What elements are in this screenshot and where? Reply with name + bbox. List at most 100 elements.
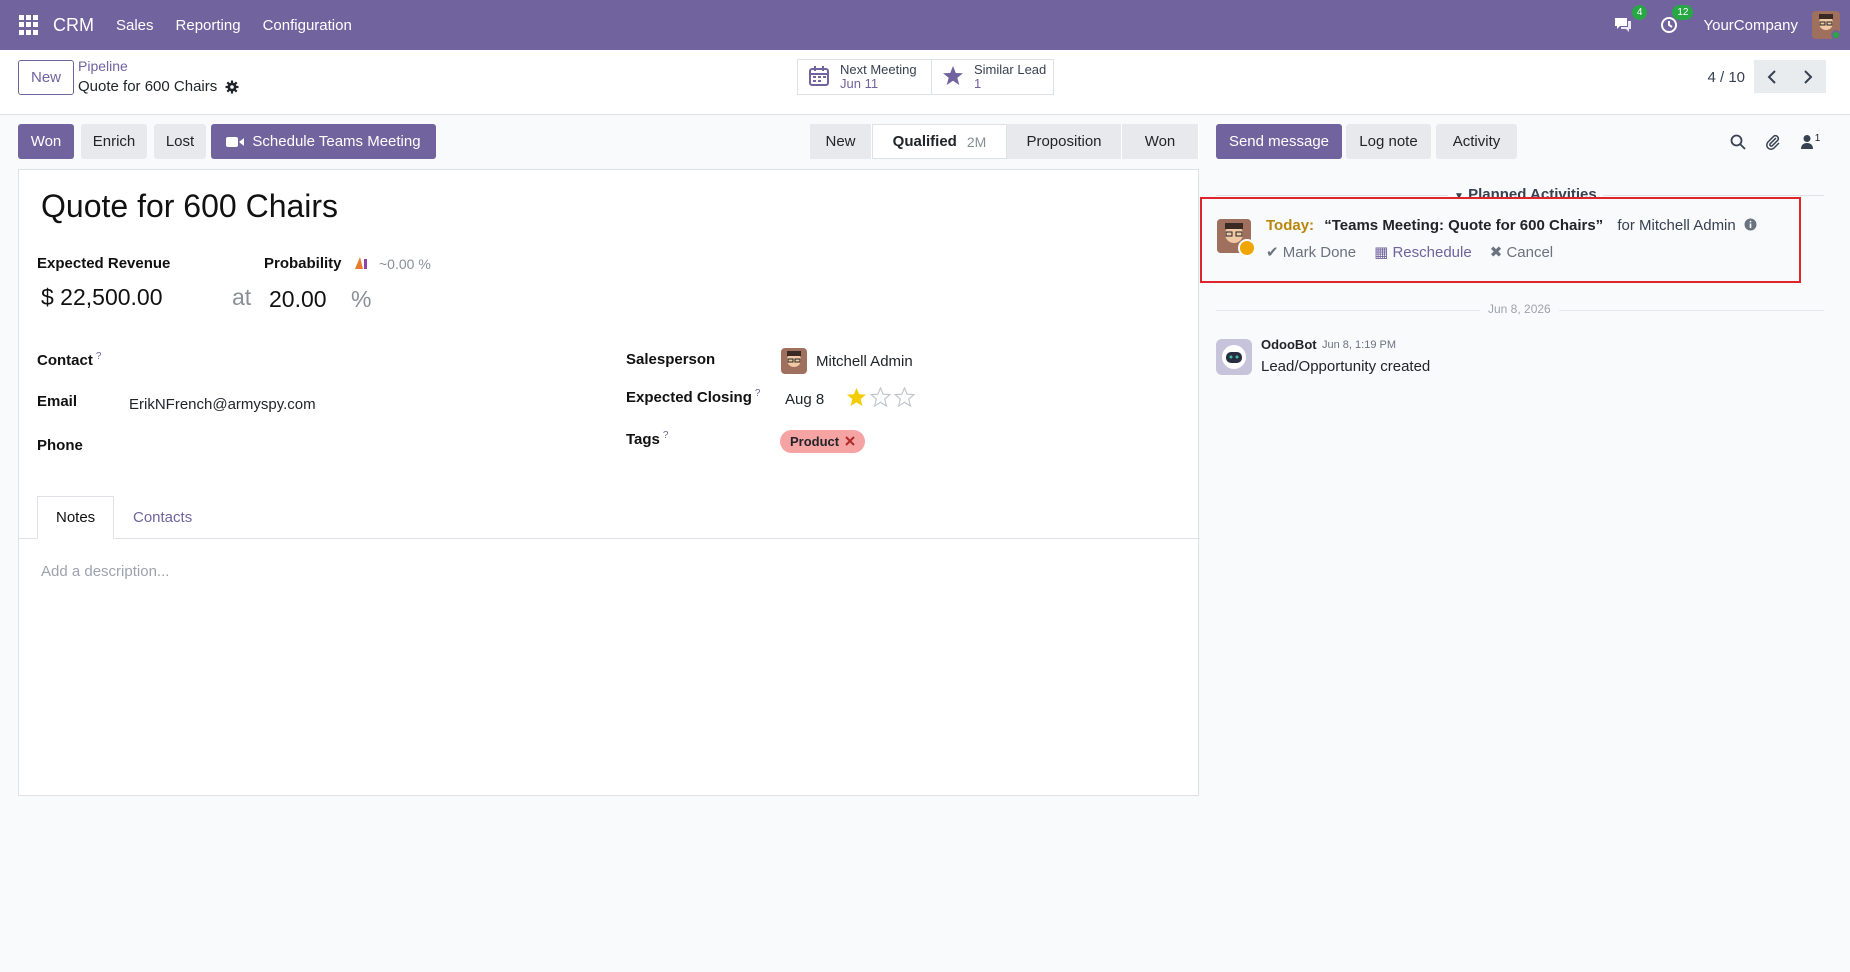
reschedule-label: Reschedule: [1392, 244, 1472, 261]
expected-closing-label-text: Expected Closing: [626, 389, 752, 406]
followers-count: 1: [1814, 132, 1821, 144]
stage-label: Qualified: [892, 133, 957, 150]
stage-new[interactable]: New: [810, 124, 872, 159]
company-switcher[interactable]: YourCompany: [1703, 17, 1798, 34]
calendar-icon: ▦: [1374, 244, 1389, 261]
star-empty-icon[interactable]: [894, 387, 915, 407]
email-label: Email: [37, 393, 78, 410]
new-record-button[interactable]: New: [18, 60, 74, 95]
check-icon: ✔: [1266, 244, 1279, 261]
send-message-button[interactable]: Send message: [1216, 124, 1342, 159]
breadcrumb-current: Quote for 600 Chairs: [78, 78, 239, 95]
menu-sales[interactable]: Sales: [116, 17, 154, 34]
salesperson-avatar: [781, 348, 807, 374]
notebook-tabs: Notes Contacts: [19, 496, 1200, 539]
description-editor[interactable]: Add a description...: [41, 563, 169, 580]
contact-label-text: Contact: [37, 352, 93, 369]
star-empty-icon[interactable]: [870, 387, 891, 407]
pager-value[interactable]: 4 / 10: [1707, 69, 1745, 86]
control-panel: New Pipeline Quote for 600 Chairs Next M…: [0, 50, 1850, 115]
expected-closing-label: Expected Closing?: [626, 388, 760, 406]
stage-qualified[interactable]: Qualified 2M: [872, 124, 1007, 159]
contact-label: Contact?: [37, 351, 101, 369]
probability-field[interactable]: 20.00: [269, 286, 327, 313]
date-separator: Jun 8, 2026: [1216, 302, 1824, 318]
cancel-activity-link[interactable]: ✖ Cancel: [1490, 243, 1553, 261]
stage-won[interactable]: Won: [1122, 124, 1199, 159]
activity-title: “Teams Meeting: Quote for 600 Chairs”: [1324, 217, 1604, 234]
ai-probability-icon[interactable]: [353, 256, 369, 273]
activities-badge: 12: [1672, 5, 1694, 20]
expected-closing-field[interactable]: Aug 8: [785, 391, 824, 408]
calendar-icon: [808, 65, 832, 90]
activity-clock-icon[interactable]: 12: [1657, 5, 1694, 37]
phone-label: Phone: [37, 437, 83, 454]
close-icon: ✖: [1489, 244, 1503, 261]
breadcrumb-pipeline[interactable]: Pipeline: [78, 58, 128, 74]
odoobot-avatar: [1216, 339, 1252, 375]
app-brand[interactable]: CRM: [53, 15, 94, 36]
expected-revenue-field[interactable]: $ 22,500.00: [41, 284, 163, 311]
tag-product[interactable]: Product: [780, 430, 866, 453]
schedule-teams-meeting-button[interactable]: Schedule Teams Meeting: [211, 124, 436, 159]
followers-button[interactable]: 1: [1796, 132, 1824, 152]
stage-label: Proposition: [1026, 133, 1102, 150]
user-avatar[interactable]: [1812, 11, 1840, 39]
date-separator-label: Jun 8, 2026: [1480, 302, 1559, 316]
stage-duration: 2M: [966, 133, 987, 150]
tab-notes[interactable]: Notes: [37, 496, 115, 539]
message-author[interactable]: OdooBot: [1261, 337, 1317, 352]
messages-badge: 4: [1631, 5, 1648, 20]
pager-next-button[interactable]: [1790, 60, 1826, 93]
expected-revenue-label: Expected Revenue: [37, 255, 171, 272]
chevron-right-icon: [1804, 69, 1813, 84]
activity-summary: Today: “Teams Meeting: Quote for 600 Cha…: [1266, 217, 1757, 235]
email-field[interactable]: ErikNFrench@armyspy.com: [129, 396, 316, 413]
lead-title[interactable]: Quote for 600 Chairs: [41, 188, 338, 225]
at-label: at: [232, 284, 252, 310]
salesperson-field[interactable]: Mitchell Admin: [816, 353, 913, 370]
gear-icon[interactable]: [225, 80, 239, 94]
tab-contacts[interactable]: Contacts: [115, 496, 210, 539]
paperclip-icon[interactable]: [1763, 132, 1783, 152]
top-navbar: CRM Sales Reporting Configuration 4 12 Y…: [0, 0, 1850, 50]
log-note-button[interactable]: Log note: [1346, 124, 1431, 159]
help-icon[interactable]: ?: [96, 351, 102, 362]
pager-previous-button[interactable]: [1754, 60, 1790, 93]
remove-tag-icon[interactable]: [845, 434, 855, 449]
mark-done-link[interactable]: ✔ Mark Done: [1266, 243, 1356, 261]
smart-button-label: Next Meeting: [840, 62, 917, 77]
reschedule-link[interactable]: ▦ Reschedule: [1374, 243, 1472, 261]
help-icon[interactable]: ?: [663, 430, 669, 441]
salesperson-label: Salesperson: [626, 351, 716, 368]
activity-item: Today: “Teams Meeting: Quote for 600 Cha…: [1200, 197, 1801, 283]
won-button[interactable]: Won: [18, 124, 74, 159]
lost-button[interactable]: Lost: [154, 124, 206, 159]
activity-assignee: for Mitchell Admin: [1617, 217, 1736, 234]
message-timestamp: Jun 8, 1:19 PM: [1322, 339, 1396, 351]
enrich-button[interactable]: Enrich: [81, 124, 147, 159]
ai-probability-value: ~0.00 %: [379, 256, 431, 272]
apps-menu-icon[interactable]: [19, 15, 39, 35]
smart-button-similar-lead[interactable]: Similar Lead 1: [931, 59, 1054, 95]
stage-label: New: [825, 133, 856, 150]
activity-button[interactable]: Activity: [1436, 124, 1517, 159]
menu-configuration[interactable]: Configuration: [263, 17, 352, 34]
schedule-teams-meeting-label: Schedule Teams Meeting: [252, 133, 421, 150]
cancel-label: Cancel: [1506, 244, 1554, 261]
info-icon[interactable]: [1744, 218, 1757, 235]
meeting-type-icon: [1238, 239, 1256, 257]
smart-button-label: Similar Lead: [974, 62, 1047, 77]
activity-actions: ✔ Mark Done ▦ Reschedule ✖ Cancel: [1266, 243, 1553, 261]
messaging-icon[interactable]: 4: [1611, 5, 1648, 37]
help-icon[interactable]: ?: [755, 388, 761, 399]
star-filled-icon[interactable]: [846, 387, 867, 407]
stage-proposition[interactable]: Proposition: [1007, 124, 1122, 159]
video-camera-icon: [226, 136, 245, 147]
menu-reporting[interactable]: Reporting: [176, 17, 241, 34]
probability-label: Probability: [264, 255, 342, 272]
user-icon: [1800, 135, 1813, 149]
smart-button-next-meeting[interactable]: Next Meeting Jun 11: [797, 59, 932, 95]
search-icon[interactable]: [1728, 132, 1748, 152]
tags-label: Tags?: [626, 430, 668, 448]
